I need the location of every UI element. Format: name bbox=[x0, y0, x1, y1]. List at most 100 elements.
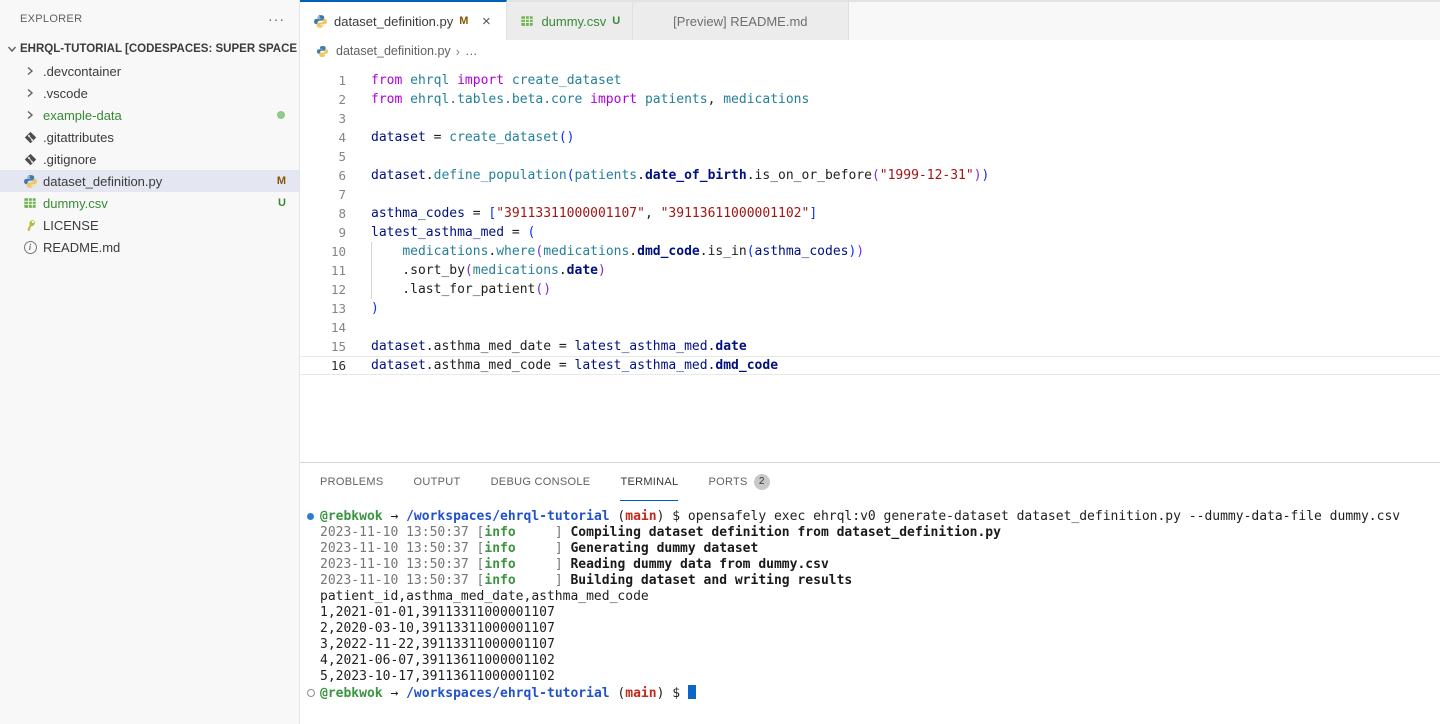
terminal-line-text: 4,2021-06-07,39113611000001102 bbox=[320, 653, 555, 669]
tree-item-license[interactable]: LICENSE bbox=[0, 214, 299, 236]
code-line[interactable]: 5 bbox=[300, 147, 1440, 166]
terminal-lines: @rebkwok → /workspaces/ehrql-tutorial (m… bbox=[306, 509, 1440, 701]
terminal[interactable]: @rebkwok → /workspaces/ehrql-tutorial (m… bbox=[300, 501, 1440, 724]
breadcrumb-symbol-path[interactable]: … bbox=[465, 44, 478, 58]
tab-readme-preview[interactable]: [Preview] README.md bbox=[633, 2, 848, 40]
chevron-right-icon bbox=[22, 107, 38, 123]
breadcrumb[interactable]: dataset_definition.py › … bbox=[300, 40, 1440, 62]
command-decoration-icon[interactable] bbox=[306, 685, 320, 701]
line-number: 2 bbox=[300, 90, 346, 109]
code-line[interactable]: 9latest_asthma_med = ( bbox=[300, 223, 1440, 242]
terminal-line: 2023-11-10 13:50:37 [info ] Reading dumm… bbox=[306, 557, 1440, 573]
file-tree: .devcontainer .vscode example-data bbox=[0, 60, 299, 258]
tree-item-example-data[interactable]: example-data bbox=[0, 104, 299, 126]
python-icon bbox=[22, 173, 38, 189]
command-decoration-icon[interactable] bbox=[306, 509, 320, 525]
code-editor[interactable]: 1from ehrql import create_dataset2from e… bbox=[300, 62, 1440, 462]
code-line[interactable]: 8asthma_codes = ["39113311000001107", "3… bbox=[300, 204, 1440, 223]
terminal-gutter bbox=[306, 653, 320, 669]
breadcrumb-file[interactable]: dataset_definition.py bbox=[336, 44, 451, 58]
panel-tab-bar: PROBLEMS OUTPUT DEBUG CONSOLE TERMINAL P… bbox=[300, 463, 1440, 501]
terminal-line: 2023-11-10 13:50:37 [info ] Building dat… bbox=[306, 573, 1440, 589]
tree-item-vscode[interactable]: .vscode bbox=[0, 82, 299, 104]
tab-dataset-definition[interactable]: dataset_definition.py M × bbox=[300, 0, 507, 40]
python-icon bbox=[316, 44, 331, 59]
panel-tab-debug-console[interactable]: DEBUG CONSOLE bbox=[491, 463, 591, 501]
terminal-line: @rebkwok → /workspaces/ehrql-tutorial (m… bbox=[306, 685, 1440, 701]
line-number: 6 bbox=[300, 166, 346, 185]
code-line[interactable]: 14 bbox=[300, 318, 1440, 337]
line-number: 11 bbox=[300, 261, 346, 280]
tree-item-label: LICENSE bbox=[43, 218, 99, 233]
explorer-title: EXPLORER bbox=[20, 13, 82, 25]
close-icon[interactable]: × bbox=[478, 13, 494, 30]
terminal-line-text: 2023-11-10 13:50:37 [info ] Reading dumm… bbox=[320, 557, 829, 573]
tree-item-dataset-definition[interactable]: dataset_definition.py M bbox=[0, 170, 299, 192]
terminal-line-text: 2023-11-10 13:50:37 [info ] Building dat… bbox=[320, 573, 852, 589]
code-line[interactable]: 3 bbox=[300, 109, 1440, 128]
terminal-line-text: @rebkwok → /workspaces/ehrql-tutorial (m… bbox=[320, 509, 1400, 525]
code-line[interactable]: 13) bbox=[300, 299, 1440, 318]
chevron-right-icon bbox=[22, 63, 38, 79]
tree-item-gitignore[interactable]: .gitignore bbox=[0, 148, 299, 170]
tree-item-dummy-csv[interactable]: dummy.csv U bbox=[0, 192, 299, 214]
code-line[interactable]: 6 dataset.define_population(patients.date… bbox=[300, 166, 1440, 185]
terminal-line: 2,2020-03-10,39113311000001107 bbox=[306, 621, 1440, 637]
tab-dummy-csv[interactable]: dummy.csv U bbox=[507, 2, 633, 40]
untracked-badge: U bbox=[278, 197, 286, 209]
breadcrumb-separator-icon: › bbox=[456, 44, 460, 59]
bottom-panel: PROBLEMS OUTPUT DEBUG CONSOLE TERMINAL P… bbox=[300, 462, 1440, 724]
panel-tab-terminal[interactable]: TERMINAL bbox=[620, 463, 678, 501]
code-line[interactable]: 15 dataset.asthma_med_date = latest_asthm… bbox=[300, 337, 1440, 356]
line-number: 9 bbox=[300, 223, 346, 242]
line-number: 15 bbox=[300, 337, 346, 356]
tab-label: dummy.csv bbox=[541, 14, 606, 29]
panel-tab-ports[interactable]: PORTS 2 bbox=[708, 463, 769, 501]
line-content: dataset.asthma_med_date = latest_asthma_… bbox=[371, 337, 747, 356]
code-line[interactable]: 1from ehrql import create_dataset bbox=[300, 71, 1440, 90]
terminal-gutter bbox=[306, 541, 320, 557]
code-line[interactable]: 12 .last_for_patient() bbox=[300, 280, 1440, 299]
terminal-line-text: 2023-11-10 13:50:37 [info ] Generating d… bbox=[320, 541, 758, 557]
explorer-header: EXPLORER ··· bbox=[0, 0, 299, 38]
code-line[interactable]: 2from ehrql.tables.beta.core import pati… bbox=[300, 90, 1440, 109]
tab-label: [Preview] README.md bbox=[673, 14, 807, 29]
python-icon bbox=[312, 13, 328, 29]
code-line[interactable]: 11 .sort_by(medications.date) bbox=[300, 261, 1440, 280]
code-line[interactable]: 16dataset.asthma_med_code = latest_asthm… bbox=[300, 356, 1440, 375]
tab-modified-badge: M bbox=[459, 15, 468, 27]
panel-tab-problems[interactable]: PROBLEMS bbox=[320, 463, 384, 501]
terminal-gutter bbox=[306, 637, 320, 653]
tree-item-label: .devcontainer bbox=[43, 64, 121, 79]
code-line[interactable]: 4dataset = create_dataset() bbox=[300, 128, 1440, 147]
terminal-line: 1,2021-01-01,39113311000001107 bbox=[306, 605, 1440, 621]
tree-item-label: .gitattributes bbox=[43, 130, 114, 145]
line-content: dataset.define_population(patients.date_… bbox=[371, 166, 989, 185]
code-line[interactable]: 7 bbox=[300, 185, 1440, 204]
line-number: 8 bbox=[300, 204, 346, 223]
terminal-line-text: patient_id,asthma_med_date,asthma_med_co… bbox=[320, 589, 649, 605]
line-content: .sort_by(medications.date) bbox=[371, 261, 606, 280]
tree-item-readme[interactable]: i README.md bbox=[0, 236, 299, 258]
terminal-line-text: 5,2023-10-17,39113611000001102 bbox=[320, 669, 555, 685]
terminal-line: 5,2023-10-17,39113611000001102 bbox=[306, 669, 1440, 685]
line-content: dataset = create_dataset() bbox=[371, 128, 575, 147]
terminal-cursor[interactable] bbox=[688, 685, 696, 699]
explorer-more-actions-icon[interactable]: ··· bbox=[268, 14, 285, 24]
tree-item-label: example-data bbox=[43, 108, 122, 123]
code-line[interactable]: 10 medications.where(medications.dmd_cod… bbox=[300, 242, 1440, 261]
tab-untracked-badge: U bbox=[612, 15, 620, 27]
license-key-icon bbox=[22, 217, 38, 233]
tree-item-label: dummy.csv bbox=[43, 196, 108, 211]
panel-tab-output[interactable]: OUTPUT bbox=[414, 463, 461, 501]
line-content: from ehrql import create_dataset bbox=[371, 71, 621, 90]
terminal-line-text: 1,2021-01-01,39113311000001107 bbox=[320, 605, 555, 621]
code-lines: 1from ehrql import create_dataset2from e… bbox=[300, 71, 1440, 375]
line-number: 7 bbox=[300, 185, 346, 204]
terminal-gutter bbox=[306, 573, 320, 589]
tree-item-gitattributes[interactable]: .gitattributes bbox=[0, 126, 299, 148]
terminal-gutter bbox=[306, 525, 320, 541]
terminal-gutter bbox=[306, 669, 320, 685]
tree-item-devcontainer[interactable]: .devcontainer bbox=[0, 60, 299, 82]
workspace-root-row[interactable]: EHRQL-TUTORIAL [CODESPACES: SUPER SPACE … bbox=[0, 38, 299, 60]
